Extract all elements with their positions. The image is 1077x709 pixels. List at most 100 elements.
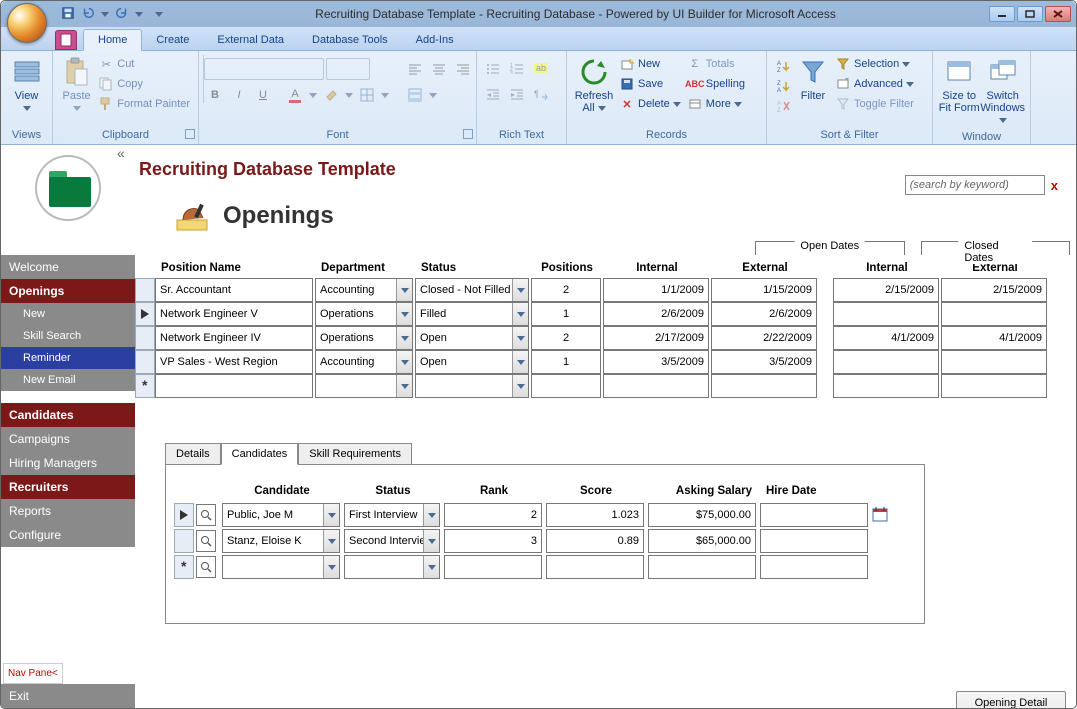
rank-input[interactable] — [444, 529, 542, 553]
status-select[interactable] — [415, 374, 529, 398]
sidebar-item-openings[interactable]: Openings — [1, 279, 135, 303]
row-selector[interactable] — [174, 529, 194, 553]
delete-record-button[interactable]: ✕Delete — [616, 94, 684, 114]
department-select[interactable]: Operations — [315, 302, 413, 326]
qat-undo-icon[interactable] — [81, 6, 95, 23]
department-select[interactable]: Accounting — [315, 350, 413, 374]
row-selector[interactable] — [135, 350, 155, 374]
spelling-button[interactable]: ABCSpelling — [684, 74, 748, 94]
font-launcher-icon[interactable] — [463, 129, 473, 139]
position-input[interactable] — [155, 302, 313, 326]
sort-asc-button[interactable]: AZ — [772, 56, 794, 76]
font-size-combo[interactable] — [326, 58, 370, 80]
numbering-button[interactable]: 123 — [506, 57, 528, 79]
align-right-button[interactable] — [452, 58, 474, 80]
tab-add-ins[interactable]: Add-Ins — [402, 30, 468, 50]
qat-undo-dropdown-icon[interactable] — [101, 12, 109, 17]
sidebar-item-reminder[interactable]: Reminder — [1, 347, 135, 369]
open-internal-input[interactable] — [603, 302, 709, 326]
filter-button[interactable]: Filter — [794, 54, 832, 102]
align-left-button[interactable] — [404, 58, 426, 80]
decrease-indent-button[interactable] — [482, 83, 504, 105]
save-record-button[interactable]: Save — [616, 74, 684, 94]
candidate-select[interactable]: Public, Joe M — [222, 503, 340, 527]
closed-internal-input[interactable] — [833, 302, 939, 326]
position-input[interactable] — [155, 350, 313, 374]
cstatus-select[interactable] — [344, 555, 440, 579]
qat-redo-dropdown-icon[interactable] — [135, 12, 143, 17]
format-painter-button[interactable]: Format Painter — [95, 94, 193, 114]
open-external-input[interactable] — [711, 374, 817, 398]
qat-customize-icon[interactable] — [155, 12, 163, 17]
rank-input[interactable] — [444, 503, 542, 527]
subtab-candidates[interactable]: Candidates — [221, 443, 299, 465]
font-color-button[interactable]: A — [284, 84, 306, 106]
sidebar-item-reports[interactable]: Reports — [1, 499, 135, 523]
open-external-input[interactable] — [711, 302, 817, 326]
chevron-down-icon[interactable] — [428, 84, 438, 106]
open-external-input[interactable] — [711, 278, 817, 302]
table-row[interactable]: Stanz, Eloise KSecond Interview — [174, 529, 892, 553]
table-row[interactable]: AccountingOpen — [135, 350, 1049, 374]
sidebar-item-hiring-managers[interactable]: Hiring Managers — [1, 451, 135, 475]
bold-button[interactable]: B — [204, 84, 226, 106]
row-selector-new[interactable] — [135, 374, 155, 398]
positions-input[interactable] — [531, 350, 601, 374]
zoom-icon[interactable] — [196, 556, 216, 578]
clipboard-launcher-icon[interactable] — [185, 129, 195, 139]
positions-input[interactable] — [531, 374, 601, 398]
status-select[interactable]: Open — [415, 326, 529, 350]
candidate-select[interactable]: Stanz, Eloise K — [222, 529, 340, 553]
sidebar-item-skill-search[interactable]: Skill Search — [1, 325, 135, 347]
zoom-icon[interactable] — [196, 504, 216, 526]
closed-external-input[interactable] — [941, 326, 1047, 350]
selection-button[interactable]: Selection — [832, 54, 917, 74]
asking-input[interactable] — [648, 503, 756, 527]
opening-detail-report-button[interactable]: Opening Detail Report — [956, 691, 1066, 708]
qat-redo-icon[interactable] — [115, 6, 129, 23]
office-orb-button[interactable] — [7, 3, 47, 43]
sidebar-item-recruiters[interactable]: Recruiters — [1, 475, 135, 499]
align-center-button[interactable] — [428, 58, 450, 80]
hire-input[interactable] — [760, 503, 868, 527]
closed-external-input[interactable] — [941, 374, 1047, 398]
asking-input[interactable] — [648, 529, 756, 553]
candidate-select[interactable] — [222, 555, 340, 579]
sidebar-item-campaigns[interactable]: Campaigns — [1, 427, 135, 451]
toggle-filter-button[interactable]: Toggle Filter — [832, 94, 917, 114]
sidebar-item-exit[interactable]: Exit — [1, 684, 135, 708]
status-select[interactable]: Closed - Not Filled — [415, 278, 529, 302]
table-row[interactable]: Public, Joe MFirst Interview — [174, 503, 892, 527]
chevron-down-icon[interactable] — [344, 84, 354, 106]
score-input[interactable] — [546, 555, 644, 579]
closed-internal-input[interactable] — [833, 350, 939, 374]
font-name-combo[interactable] — [204, 58, 324, 80]
subtab-skill-requirements[interactable]: Skill Requirements — [298, 443, 412, 465]
cstatus-select[interactable]: Second Interview — [344, 529, 440, 553]
open-internal-input[interactable] — [603, 374, 709, 398]
open-external-input[interactable] — [711, 326, 817, 350]
new-record-button[interactable]: New — [616, 54, 684, 74]
increase-indent-button[interactable] — [506, 83, 528, 105]
paste-button[interactable]: Paste — [58, 54, 95, 114]
subtab-details[interactable]: Details — [165, 443, 221, 465]
open-external-input[interactable] — [711, 350, 817, 374]
row-selector[interactable] — [135, 278, 155, 302]
fill-color-button[interactable] — [320, 84, 342, 106]
sidebar-item-new[interactable]: New — [1, 303, 135, 325]
calendar-icon[interactable] — [872, 506, 888, 522]
department-select[interactable]: Operations — [315, 326, 413, 350]
text-direction-button[interactable]: ¶ — [530, 83, 552, 105]
positions-input[interactable] — [531, 278, 601, 302]
score-input[interactable] — [546, 529, 644, 553]
search-clear-button[interactable]: x — [1051, 178, 1058, 193]
hire-input[interactable] — [760, 555, 868, 579]
score-input[interactable] — [546, 503, 644, 527]
minimize-button[interactable] — [989, 6, 1015, 22]
table-row[interactable]: AccountingClosed - Not Filled — [135, 278, 1049, 302]
switch-windows-button[interactable]: Switch Windows — [980, 54, 1025, 126]
closed-external-input[interactable] — [941, 350, 1047, 374]
maximize-button[interactable] — [1017, 6, 1043, 22]
row-selector[interactable] — [135, 302, 155, 326]
positions-input[interactable] — [531, 326, 601, 350]
